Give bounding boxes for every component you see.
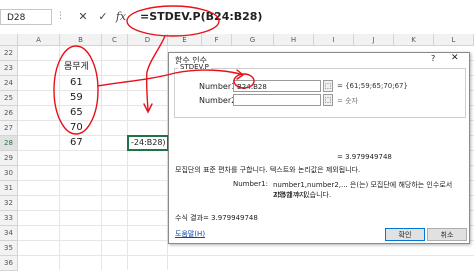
annotation-arrow-line — [145, 35, 166, 111]
annotation-link-line — [97, 69, 241, 87]
values-highlight-circle — [53, 45, 99, 135]
formula-highlight-circle — [126, 5, 220, 37]
input-highlight-circle — [233, 73, 255, 89]
annotation-overlay — [53, 5, 255, 135]
